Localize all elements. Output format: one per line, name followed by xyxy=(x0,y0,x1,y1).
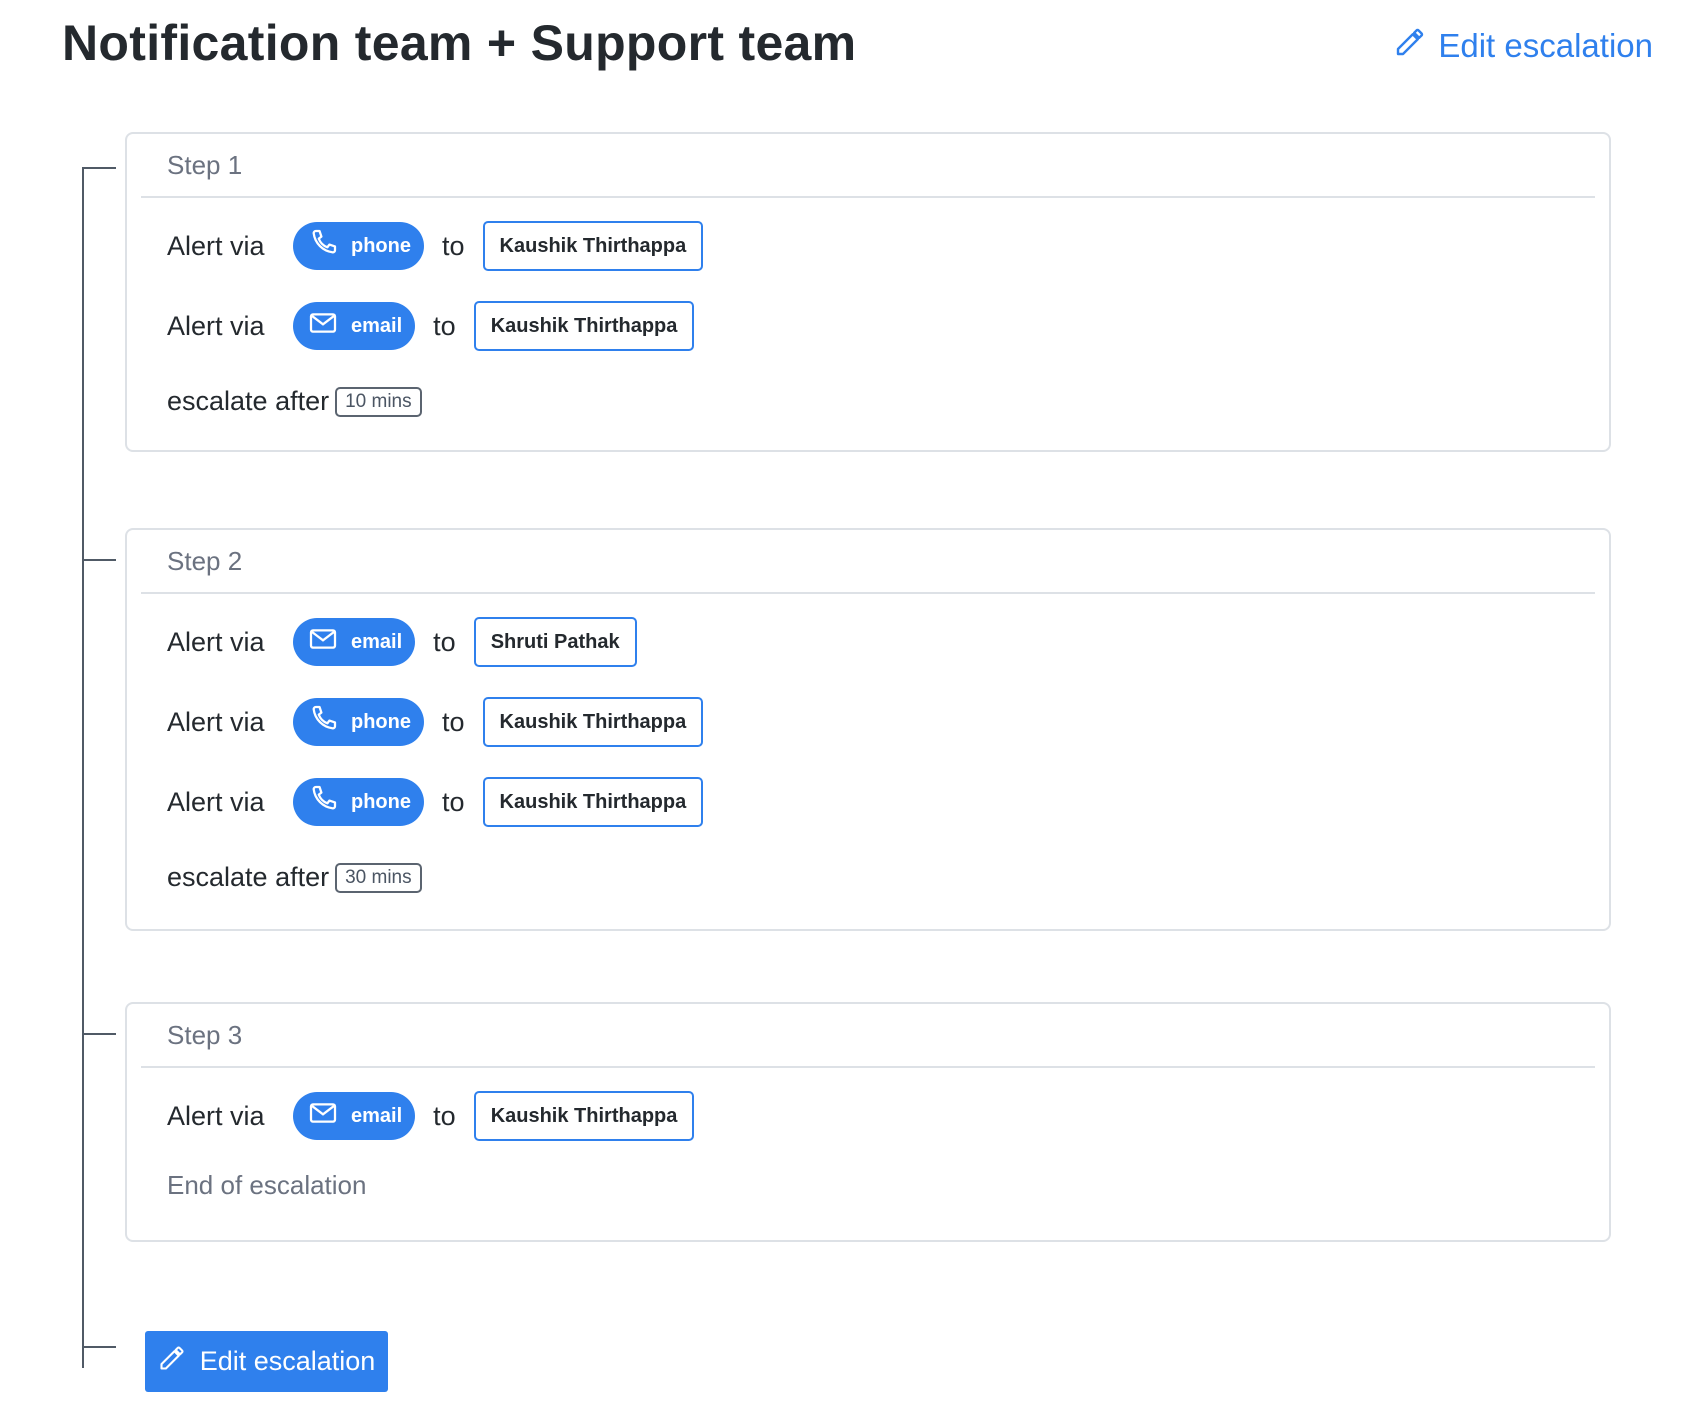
alert-via-label: Alert via xyxy=(167,310,265,341)
recipient-chip[interactable]: Kaushik Thirthappa xyxy=(482,777,704,827)
alert-via-label: Alert via xyxy=(167,786,265,817)
alert-rule: Alert via email to Kaushik Thirthappa xyxy=(167,300,1609,352)
to-label: to xyxy=(433,310,456,341)
tree-branch-end xyxy=(82,1346,116,1348)
envelope-icon xyxy=(307,307,339,345)
recipient-chip[interactable]: Shruti Pathak xyxy=(473,617,637,667)
phone-icon xyxy=(307,783,339,821)
pencil-icon xyxy=(1394,26,1426,66)
edit-escalation-button-label: Edit escalation xyxy=(199,1346,376,1376)
channel-pill-phone[interactable]: phone xyxy=(293,778,424,826)
escalate-time-badge: 30 mins xyxy=(335,862,422,893)
escalate-after-row: escalate after 30 mins xyxy=(127,862,1609,893)
recipient-chip[interactable]: Kaushik Thirthappa xyxy=(473,1091,695,1141)
tree-connector-line xyxy=(82,168,84,1368)
channel-label: email xyxy=(351,630,403,653)
escalate-after-row: escalate after 10 mins xyxy=(127,386,1609,417)
to-label: to xyxy=(442,230,465,261)
step-card-1: Step 1 Alert via phone to Kaushik Thirth… xyxy=(125,132,1611,452)
alert-via-label: Alert via xyxy=(167,706,265,737)
phone-icon xyxy=(307,227,339,265)
channel-label: email xyxy=(351,1104,403,1127)
alert-via-label: Alert via xyxy=(167,230,265,261)
to-label: to xyxy=(442,786,465,817)
alert-rule: Alert via phone to Kaushik Thirthappa xyxy=(167,220,1609,272)
channel-label: phone xyxy=(351,790,411,813)
to-label: to xyxy=(433,626,456,657)
escalate-time-badge: 10 mins xyxy=(335,386,422,417)
recipient-chip[interactable]: Kaushik Thirthappa xyxy=(473,301,695,351)
edit-escalation-button[interactable]: Edit escalation xyxy=(145,1331,388,1392)
step-card-2: Step 2 Alert via email to Shruti Pathak … xyxy=(125,528,1611,931)
step-title: Step 1 xyxy=(141,134,1595,198)
alert-rule: Alert via email to Kaushik Thirthappa xyxy=(167,1090,1609,1142)
channel-label: phone xyxy=(351,234,411,257)
step-title: Step 2 xyxy=(141,530,1595,594)
tree-branch-step-2 xyxy=(82,559,116,561)
end-of-escalation-label: End of escalation xyxy=(167,1170,367,1200)
envelope-icon xyxy=(307,623,339,661)
step-card-3: Step 3 Alert via email to Kaushik Thirth… xyxy=(125,1002,1611,1242)
phone-icon xyxy=(307,703,339,741)
edit-escalation-label: Edit escalation xyxy=(1438,27,1653,64)
recipient-chip[interactable]: Kaushik Thirthappa xyxy=(482,697,704,747)
alert-rule: Alert via phone to Kaushik Thirthappa xyxy=(167,696,1609,748)
channel-label: phone xyxy=(351,710,411,733)
alert-rule: Alert via email to Shruti Pathak xyxy=(167,616,1609,668)
to-label: to xyxy=(442,706,465,737)
step-title: Step 3 xyxy=(141,1004,1595,1068)
channel-pill-email[interactable]: email xyxy=(293,1092,416,1140)
tree-branch-step-1 xyxy=(82,167,116,169)
channel-pill-phone[interactable]: phone xyxy=(293,222,424,270)
alert-via-label: Alert via xyxy=(167,626,265,657)
to-label: to xyxy=(433,1100,456,1131)
channel-pill-email[interactable]: email xyxy=(293,618,416,666)
escalate-after-label: escalate after xyxy=(167,386,330,416)
alert-rule: Alert via phone to Kaushik Thirthappa xyxy=(167,776,1609,828)
pencil-icon xyxy=(158,1344,186,1379)
edit-escalation-link[interactable]: Edit escalation xyxy=(1394,26,1653,66)
tree-branch-step-3 xyxy=(82,1033,116,1035)
channel-label: email xyxy=(351,314,403,337)
alert-via-label: Alert via xyxy=(167,1100,265,1131)
page-title: Notification team + Support team xyxy=(62,15,857,71)
recipient-chip[interactable]: Kaushik Thirthappa xyxy=(482,221,704,271)
channel-pill-phone[interactable]: phone xyxy=(293,698,424,746)
escalate-after-label: escalate after xyxy=(167,862,330,892)
channel-pill-email[interactable]: email xyxy=(293,302,416,350)
envelope-icon xyxy=(307,1097,339,1135)
